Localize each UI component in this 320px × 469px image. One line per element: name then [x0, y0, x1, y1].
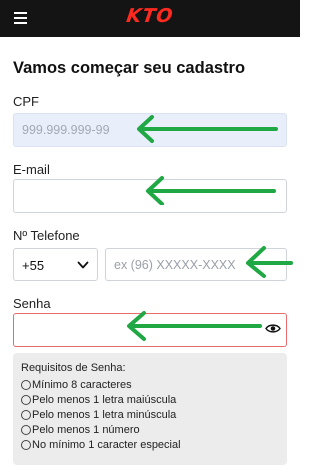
requirement-status-icon	[21, 380, 31, 390]
email-field[interactable]	[13, 179, 287, 213]
requirement-status-icon	[21, 410, 31, 420]
requirement-text: Pelo menos 1 letra maiúscula	[32, 394, 177, 406]
phone-input[interactable]	[106, 249, 286, 280]
phone-field[interactable]	[105, 248, 287, 281]
requirement-status-icon	[21, 395, 31, 405]
email-label: E-mail	[13, 162, 50, 177]
email-input[interactable]	[14, 180, 286, 212]
requirement-text: Pelo menos 1 número	[32, 424, 140, 436]
chevron-down-icon	[77, 261, 89, 269]
page-title: Vamos começar seu cadastro	[13, 59, 246, 77]
password-field[interactable]	[13, 313, 287, 347]
requirements-title: Requisitos de Senha:	[21, 362, 126, 374]
cpf-field[interactable]	[13, 113, 287, 147]
country-code-select[interactable]: +55	[13, 248, 98, 281]
top-bar: KTO	[0, 0, 300, 37]
password-label: Senha	[13, 296, 51, 311]
requirement-text: Mínimo 8 caracteres	[32, 379, 132, 391]
phone-label: Nº Telefone	[13, 228, 80, 243]
menu-icon[interactable]	[14, 12, 27, 24]
password-requirements: Requisitos de Senha: Mínimo 8 caracteres…	[13, 353, 287, 465]
eye-icon[interactable]	[265, 323, 281, 334]
cpf-input[interactable]	[14, 114, 286, 146]
requirement-status-icon	[21, 425, 31, 435]
cpf-label: CPF	[13, 94, 39, 109]
requirement-status-icon	[21, 440, 31, 450]
brand-logo[interactable]: KTO	[113, 5, 186, 27]
password-input[interactable]	[14, 314, 286, 346]
country-code-value: +55	[22, 258, 45, 273]
requirement-text: No mínimo 1 caracter especial	[32, 439, 181, 451]
requirement-text: Pelo menos 1 letra minúscula	[32, 409, 177, 421]
